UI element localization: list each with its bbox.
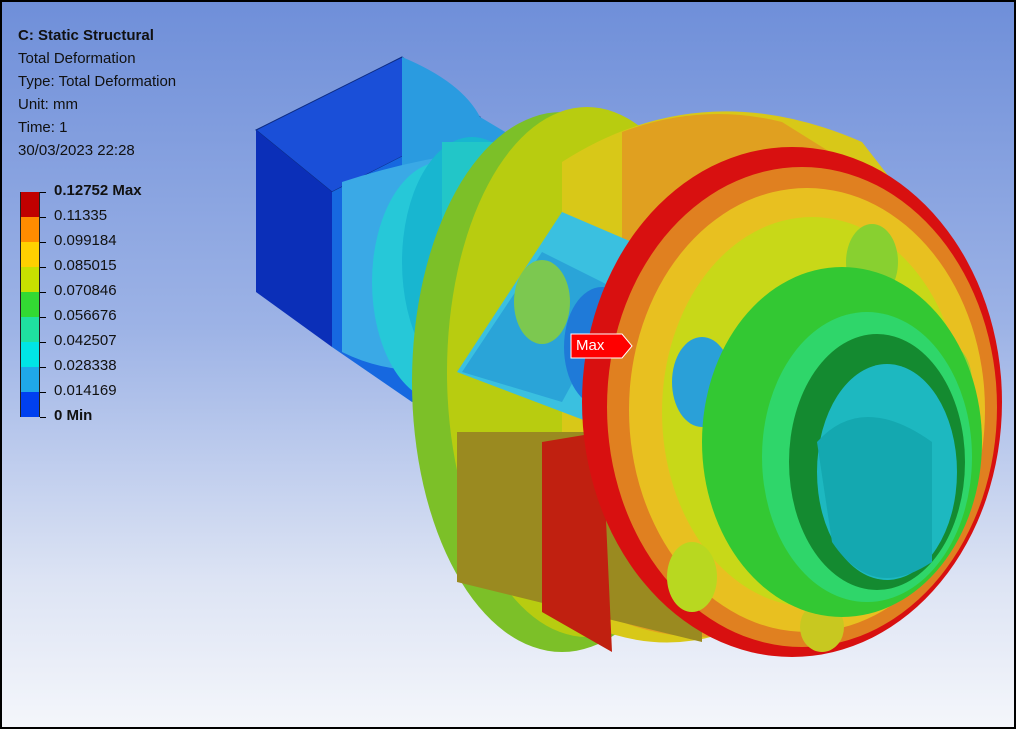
legend-tick: [40, 192, 46, 193]
result-info-header: C: Static Structural Total Deformation T…: [18, 24, 176, 162]
legend-value: 0.042507: [54, 332, 117, 349]
legend-color-swatch: [20, 242, 40, 267]
graphics-viewport[interactable]: C: Static Structural Total Deformation T…: [0, 0, 1016, 729]
legend-value: 0 Min: [54, 407, 93, 424]
legend-tick: [40, 267, 46, 268]
legend-value: 0.070846: [54, 282, 117, 299]
legend-value: 0.085015: [54, 257, 117, 274]
legend-value: 0.099184: [54, 232, 117, 249]
legend-value: 0.028338: [54, 357, 117, 374]
legend-tick: [40, 367, 46, 368]
result-timestamp: 30/03/2023 22:28: [18, 142, 135, 159]
legend-value: 0.056676: [54, 307, 117, 324]
legend-color-swatch: [20, 192, 40, 217]
legend-tick: [40, 217, 46, 218]
legend-tick: [40, 242, 46, 243]
legend-entry: 0.099184: [20, 232, 220, 267]
legend-value: 0.12752 Max: [54, 182, 142, 199]
result-time: Time: 1: [18, 119, 68, 136]
legend-color-swatch: [20, 317, 40, 342]
legend-tick: [40, 417, 46, 418]
max-probe-label[interactable]: Max: [570, 333, 640, 366]
legend-tick: [40, 392, 46, 393]
analysis-title: C: Static Structural: [18, 27, 154, 44]
legend-color-swatch: [20, 292, 40, 317]
legend-entry: 0 Min: [20, 407, 220, 440]
legend-value: 0.11335: [54, 207, 108, 224]
legend-entry: 0.12752 Max: [20, 182, 220, 217]
legend-tick: [40, 292, 46, 293]
result-unit: Unit: mm: [18, 96, 78, 113]
legend-entry: 0.070846: [20, 282, 220, 317]
result-name: Total Deformation: [18, 50, 136, 67]
legend-color-swatch: [20, 217, 40, 242]
legend-color-swatch: [20, 392, 40, 417]
legend-entry: 0.028338: [20, 357, 220, 392]
legend-entry: 0.014169: [20, 382, 220, 417]
legend-color-swatch: [20, 342, 40, 367]
legend-entry: 0.042507: [20, 332, 220, 367]
legend-value: 0.014169: [54, 382, 117, 399]
legend-color-swatch: [20, 367, 40, 392]
legend-entry: 0.085015: [20, 257, 220, 292]
max-probe-text: Max: [576, 337, 605, 354]
legend-color-swatch: [20, 267, 40, 292]
result-type: Type: Total Deformation: [18, 73, 177, 90]
legend-tick: [40, 342, 46, 343]
legend-entry: 0.056676: [20, 307, 220, 342]
legend-entry: 0.11335: [20, 207, 220, 242]
legend-tick: [40, 317, 46, 318]
